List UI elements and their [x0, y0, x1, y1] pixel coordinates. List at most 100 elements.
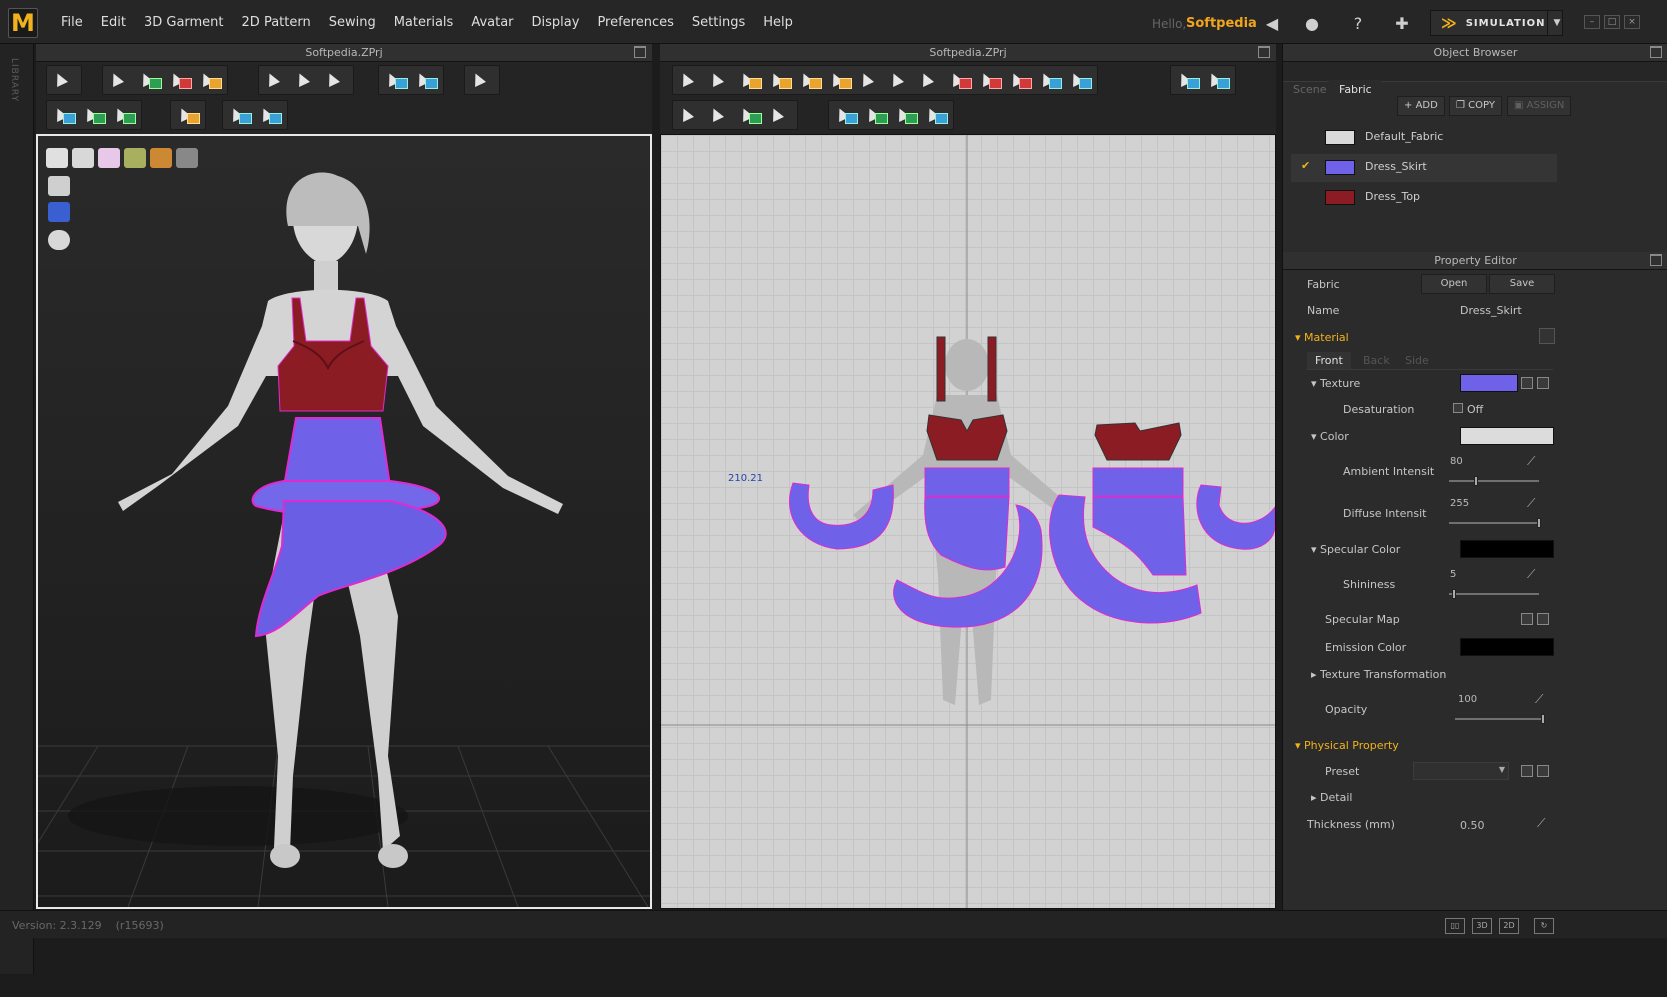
internal-polygon-icon[interactable]: [947, 69, 973, 91]
ruler-icon[interactable]: [257, 104, 283, 126]
menu-3d-garment[interactable]: 3D Garment: [135, 15, 233, 30]
garment-strain-icon[interactable]: [150, 148, 172, 168]
pattern-skirt-back[interactable]: [1092, 496, 1187, 576]
texture-browse-icon[interactable]: [1521, 377, 1533, 389]
pin-tool-icon[interactable]: [383, 69, 409, 91]
speaker-icon[interactable]: ◀: [1262, 13, 1282, 33]
grid-texture-icon[interactable]: [893, 104, 919, 126]
user-name[interactable]: Softpedia: [1186, 16, 1257, 31]
menu-file[interactable]: File: [52, 15, 92, 30]
garment-select-icon[interactable]: [137, 69, 163, 91]
color-swatch[interactable]: [1460, 427, 1554, 445]
ambient-value[interactable]: 80: [1450, 456, 1463, 467]
material-reset-icon[interactable]: [1539, 328, 1555, 344]
graphic-tool-icon[interactable]: [923, 104, 949, 126]
help-icon[interactable]: ?: [1348, 13, 1368, 33]
ambient-slider-handle[interactable]: [1474, 476, 1478, 486]
menu-edit[interactable]: Edit: [92, 15, 135, 30]
specular-map-clear-icon[interactable]: [1537, 613, 1549, 625]
maximize-button[interactable]: □: [1604, 15, 1620, 29]
library-strip[interactable]: LIBRARY: [0, 44, 34, 974]
ambient-eyedropper-icon[interactable]: ⟋: [1527, 454, 1535, 469]
pattern-waistband-back[interactable]: [1092, 467, 1184, 497]
panel-expand-icon[interactable]: [634, 46, 646, 58]
refresh-icon[interactable]: ↻: [1534, 918, 1554, 934]
simulation-button[interactable]: ≫ SIMULATION: [1430, 10, 1563, 36]
menu-preferences[interactable]: Preferences: [588, 15, 682, 30]
pattern-top-back[interactable]: [1094, 422, 1182, 461]
diffuse-slider-handle[interactable]: [1537, 518, 1541, 528]
garment-texture-icon[interactable]: [98, 148, 120, 168]
texture-edit-icon[interactable]: [51, 104, 77, 126]
texture-grid-icon[interactable]: [111, 104, 137, 126]
tab-back[interactable]: Back: [1363, 354, 1390, 367]
diffuse-slider[interactable]: [1449, 518, 1541, 528]
close-button[interactable]: ×: [1624, 15, 1640, 29]
simulation-dropdown[interactable]: ▼: [1547, 10, 1566, 36]
brush-tool-icon[interactable]: [293, 69, 319, 91]
rectangle-icon[interactable]: [887, 69, 913, 91]
shininess-slider-handle[interactable]: [1451, 589, 1456, 599]
avatar-measure-icon[interactable]: [48, 202, 70, 222]
curve-point-icon[interactable]: [797, 69, 823, 91]
specular-color-swatch[interactable]: [1460, 540, 1554, 558]
layout-split-icon[interactable]: ▯▯: [1445, 918, 1465, 934]
material-section-toggle[interactable]: ▾ Material: [1295, 331, 1349, 344]
motion-tool-icon[interactable]: [469, 69, 495, 91]
preset-dropdown[interactable]: ▼: [1413, 762, 1509, 780]
texture-move-icon[interactable]: [81, 104, 107, 126]
arrange-points-icon[interactable]: [175, 104, 201, 126]
layout-3d-icon[interactable]: 3D: [1472, 918, 1492, 934]
edit-curve-icon[interactable]: [737, 69, 763, 91]
avatar-pose-icon[interactable]: [323, 69, 349, 91]
pin-box-icon[interactable]: [413, 69, 439, 91]
select-move-icon[interactable]: [107, 69, 133, 91]
pattern-ruffle-left[interactable]: [789, 482, 894, 550]
panel-expand-icon-2d[interactable]: [1258, 46, 1270, 58]
layout-2d-icon[interactable]: 2D: [1499, 918, 1519, 934]
edit-sew-icon[interactable]: [767, 104, 793, 126]
texture-transform-toggle[interactable]: ▸ Texture Transformation: [1311, 668, 1446, 681]
edit-point-icon[interactable]: [707, 69, 733, 91]
pattern-strap-right[interactable]: [987, 336, 997, 402]
property-editor-expand-icon[interactable]: [1650, 254, 1662, 266]
menu-display[interactable]: Display: [523, 15, 589, 30]
menu-materials[interactable]: Materials: [385, 15, 463, 30]
free-sew-icon[interactable]: [707, 104, 733, 126]
pattern-waistband-front[interactable]: [924, 467, 1010, 497]
fabric-row-default[interactable]: Default_Fabric: [1291, 124, 1557, 152]
pen-tool-icon[interactable]: [263, 69, 289, 91]
garment-mesh-icon[interactable]: [124, 148, 146, 168]
preset-load-icon[interactable]: [1537, 765, 1549, 777]
shininess-eyedropper-icon[interactable]: ⟋: [1527, 567, 1535, 582]
garment-tack-icon[interactable]: [197, 69, 223, 91]
desaturation-checkbox[interactable]: [1453, 403, 1463, 413]
shininess-value[interactable]: 5: [1450, 569, 1456, 580]
object-browser-expand-icon[interactable]: [1650, 46, 1662, 58]
ambient-slider[interactable]: [1449, 476, 1539, 486]
color-toggle[interactable]: ▾ Color: [1311, 430, 1349, 443]
texture-swatch[interactable]: [1460, 374, 1518, 392]
diffuse-value[interactable]: 255: [1450, 498, 1469, 509]
garment-white-icon[interactable]: [46, 148, 68, 168]
menu-avatar[interactable]: Avatar: [462, 15, 522, 30]
name-value[interactable]: Dress_Skirt: [1460, 304, 1522, 317]
polygon-icon[interactable]: [857, 69, 883, 91]
pattern-ruffle-right[interactable]: [1196, 484, 1275, 550]
copy-button[interactable]: ❐ COPY: [1449, 96, 1502, 116]
detail-toggle[interactable]: ▸ Detail: [1311, 791, 1352, 804]
transform-pattern-icon[interactable]: [677, 69, 703, 91]
shininess-slider[interactable]: [1449, 589, 1539, 599]
diffuse-eyedropper-icon[interactable]: ⟋: [1527, 496, 1535, 511]
edit-texture-2d-icon[interactable]: [833, 104, 859, 126]
opacity-slider[interactable]: [1455, 714, 1545, 724]
thickness-value[interactable]: 0.50: [1460, 819, 1485, 832]
garment-fold-icon[interactable]: [167, 69, 193, 91]
trace-icon[interactable]: [1067, 69, 1093, 91]
add-point-icon[interactable]: [767, 69, 793, 91]
menu-2d-pattern[interactable]: 2D Pattern: [233, 15, 320, 30]
user-icon[interactable]: ●: [1302, 13, 1322, 33]
tab-front[interactable]: Front: [1307, 352, 1351, 369]
add-button[interactable]: + ADD: [1397, 96, 1445, 116]
avatar-head-icon[interactable]: [48, 230, 70, 250]
